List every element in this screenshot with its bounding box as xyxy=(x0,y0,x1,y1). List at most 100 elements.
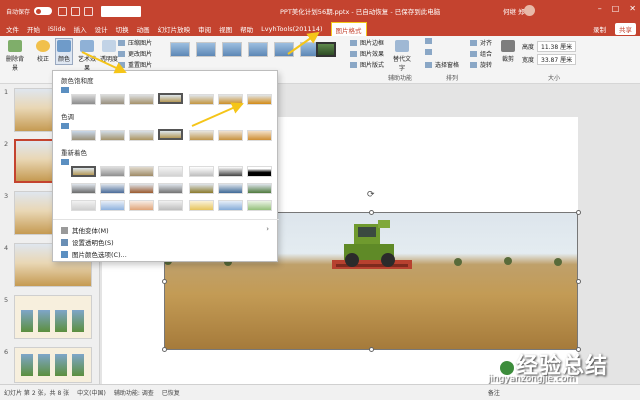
saturation-swatch-33[interactable] xyxy=(100,94,125,105)
language-indicator[interactable]: 中文(中国) xyxy=(77,388,106,397)
send-backward-button[interactable] xyxy=(425,49,432,55)
saturation-swatch-0[interactable] xyxy=(71,94,96,105)
picture-color-options-item[interactable]: 图片颜色选项(C)... xyxy=(61,249,127,259)
recolor-light-teal[interactable] xyxy=(218,200,243,211)
bring-forward-button[interactable] xyxy=(425,38,432,44)
recolor-sepia[interactable] xyxy=(129,166,154,177)
recolor-light-1[interactable] xyxy=(71,200,96,211)
picture-layout-button[interactable]: 图片版式 xyxy=(350,60,384,69)
recolor-no-recolor[interactable] xyxy=(71,166,96,177)
picture-style-3[interactable] xyxy=(222,42,242,57)
picture-effects-button[interactable]: 图片效果 xyxy=(350,49,384,58)
recolor-light-blue[interactable] xyxy=(100,200,125,211)
height-value[interactable]: 11.38 厘米 xyxy=(537,41,577,52)
tone-swatch-7200k[interactable] xyxy=(189,130,214,141)
saturation-swatch-200[interactable] xyxy=(189,94,214,105)
recolor-bw-50[interactable] xyxy=(218,166,243,177)
recolor-bw-75[interactable] xyxy=(247,166,272,177)
resize-handle[interactable] xyxy=(162,347,167,352)
change-picture-button[interactable]: 更改图片 xyxy=(118,49,152,58)
saturation-swatch-300[interactable] xyxy=(218,94,243,105)
tab-view[interactable]: 视图 xyxy=(219,24,232,34)
tab-slideshow[interactable]: 幻灯片放映 xyxy=(158,24,191,34)
compress-pictures-button[interactable]: 压缩图片 xyxy=(118,38,152,47)
maximize-icon[interactable]: □ xyxy=(612,4,620,13)
saturation-swatch-100[interactable] xyxy=(158,93,183,104)
tone-swatch-5900k[interactable] xyxy=(129,130,154,141)
tab-animations[interactable]: 动画 xyxy=(137,24,150,34)
recolor-dark-gold[interactable] xyxy=(189,183,214,194)
transparency-button[interactable]: 透明度 xyxy=(100,40,118,63)
tab-insert[interactable]: 插入 xyxy=(74,24,87,34)
picture-border-button[interactable]: 图片边框 xyxy=(350,38,384,47)
notes-button[interactable]: 备注 xyxy=(488,388,500,397)
recolor-dark-teal[interactable] xyxy=(218,183,243,194)
recolor-dark-green[interactable] xyxy=(247,183,272,194)
recolor-dark-gray[interactable] xyxy=(158,183,183,194)
share-button[interactable]: 共享 xyxy=(615,23,636,35)
redo-icon[interactable] xyxy=(84,6,94,16)
selection-pane-button[interactable]: 选择窗格 xyxy=(425,60,459,69)
resize-handle[interactable] xyxy=(576,279,581,284)
recolor-grayscale[interactable] xyxy=(100,166,125,177)
more-variations-item[interactable]: 其他变体(M) xyxy=(61,225,109,235)
recolor-dark-orange[interactable] xyxy=(129,183,154,194)
recolor-bw-25[interactable] xyxy=(189,166,214,177)
tab-design[interactable]: 设计 xyxy=(95,24,108,34)
tone-swatch-4700k[interactable] xyxy=(71,130,96,141)
accessibility-status[interactable]: 辅助功能: 调查 xyxy=(114,388,154,397)
autosave-toggle[interactable] xyxy=(34,7,53,15)
align-button[interactable]: 对齐 xyxy=(470,38,492,47)
remove-background-button[interactable]: 删除背景 xyxy=(4,40,26,72)
tab-home[interactable]: 开始 xyxy=(27,24,40,34)
recolor-light-orange[interactable] xyxy=(129,200,154,211)
width-field[interactable]: 宽度 33.87 厘米 xyxy=(522,54,577,65)
recolor-light-green[interactable] xyxy=(247,200,272,211)
picture-style-1[interactable] xyxy=(170,42,190,57)
record-button[interactable]: 录制 xyxy=(590,23,609,35)
tab-transitions[interactable]: 切换 xyxy=(116,24,129,34)
color-button[interactable]: 颜色 xyxy=(55,38,73,65)
tab-help[interactable]: 帮助 xyxy=(240,24,253,34)
recolor-dark-1[interactable] xyxy=(71,183,96,194)
rotate-button[interactable]: 旋转 xyxy=(470,60,492,69)
picture-style-4[interactable] xyxy=(248,42,268,57)
corrections-button[interactable]: 校正 xyxy=(34,40,52,63)
saturation-swatch-66[interactable] xyxy=(129,94,154,105)
tab-file[interactable]: 文件 xyxy=(6,24,19,34)
font-box[interactable] xyxy=(101,5,142,17)
recolor-light-gray[interactable] xyxy=(158,200,183,211)
width-value[interactable]: 33.87 厘米 xyxy=(537,54,577,65)
picture-style-5[interactable] xyxy=(274,42,294,57)
tab-islide[interactable]: iSlide xyxy=(48,25,66,33)
tone-swatch-5300k[interactable] xyxy=(100,130,125,141)
height-field[interactable]: 高度 11.38 厘米 xyxy=(522,41,577,52)
user-name[interactable]: 何继 郑 xyxy=(503,6,525,16)
rotate-handle-icon[interactable]: ⟳ xyxy=(367,190,375,200)
recolor-washout[interactable] xyxy=(158,166,183,177)
tab-review[interactable]: 审阅 xyxy=(198,24,211,34)
resize-handle[interactable] xyxy=(369,347,374,352)
set-transparent-color-item[interactable]: 设置透明色(S) xyxy=(61,237,114,247)
resize-handle[interactable] xyxy=(162,279,167,284)
resize-handle[interactable] xyxy=(576,210,581,215)
undo-icon[interactable] xyxy=(71,6,81,16)
tone-swatch-6500k[interactable] xyxy=(158,129,183,140)
minimize-icon[interactable]: – xyxy=(598,4,602,13)
slide-thumbnail-6[interactable] xyxy=(14,347,92,383)
recolor-dark-blue[interactable] xyxy=(100,183,125,194)
recolor-light-gold[interactable] xyxy=(189,200,214,211)
slide-thumbnail-5[interactable] xyxy=(14,295,92,339)
picture-style-2[interactable] xyxy=(196,42,216,57)
reset-picture-button[interactable]: 重置图片 xyxy=(118,60,152,69)
artistic-effects-button[interactable]: 艺术效果 xyxy=(76,40,98,72)
saturation-swatch-400[interactable] xyxy=(247,94,272,105)
tone-swatch-11200k[interactable] xyxy=(247,130,272,141)
avatar[interactable] xyxy=(524,5,535,16)
alt-text-button[interactable]: 替代文字 xyxy=(392,40,412,72)
resize-handle[interactable] xyxy=(369,210,374,215)
tab-lvyhtools[interactable]: LvyhTools(201114) xyxy=(261,25,322,33)
picture-style-7[interactable] xyxy=(316,42,336,57)
tone-swatch-8800k[interactable] xyxy=(218,130,243,141)
group-button[interactable]: 组合 xyxy=(470,49,492,58)
